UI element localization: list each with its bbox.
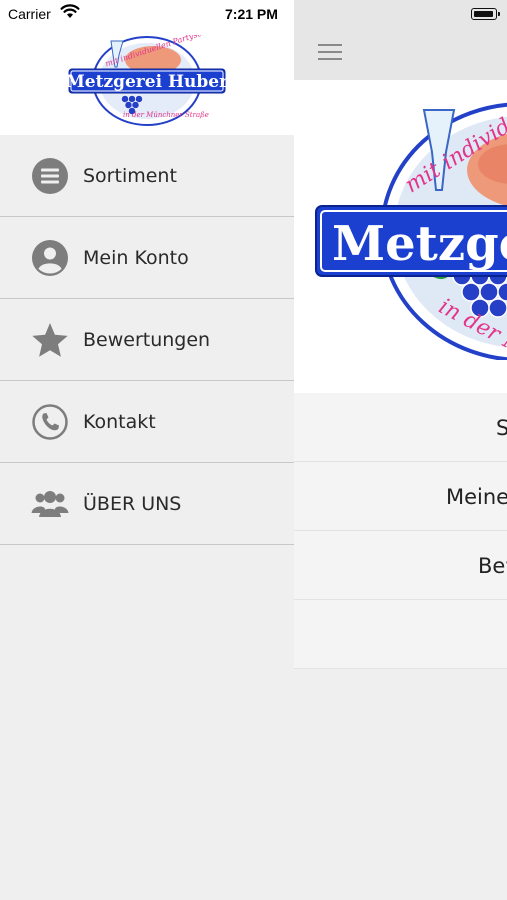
drawer-header: mit individuellen Partyservice in der Mü… xyxy=(0,27,294,135)
battery-tip xyxy=(498,12,500,16)
menu-item-label: Kontakt xyxy=(83,410,156,433)
main-row-label: Bewertungen xyxy=(478,554,507,578)
phone-icon xyxy=(31,403,69,441)
main-row-meine[interactable]: Meine xyxy=(294,462,507,531)
main-navbar xyxy=(294,27,507,80)
star-icon xyxy=(31,321,69,359)
main-row-label: Meine xyxy=(446,485,507,509)
menu-item-label: Sortiment xyxy=(83,164,177,187)
main-status-bar xyxy=(294,0,507,27)
list-circle-icon xyxy=(31,157,69,195)
side-drawer: Carrier 7:21 PM mit individuellen Partys… xyxy=(0,0,294,900)
menu-item-mein-konto[interactable]: Mein Konto xyxy=(0,217,294,299)
status-bar: Carrier 7:21 PM xyxy=(0,0,294,27)
main-row-sortiment[interactable]: Sortiment xyxy=(294,393,507,462)
brand-logo[interactable]: mit individuellen Partyservice in der Mü… xyxy=(67,35,227,127)
carrier-label: Carrier xyxy=(8,6,51,22)
main-logo: mit individuellen Partyservice in der Mü… xyxy=(315,100,507,360)
menu-item-label: Bewertungen xyxy=(83,328,211,351)
menu-item-ueber-uns[interactable]: ÜBER UNS xyxy=(0,463,294,545)
svg-text:in der Münchner Straße: in der Münchner Straße xyxy=(123,111,209,119)
svg-text:Metzgerei Huber: Metzgerei Huber xyxy=(332,216,507,272)
svg-text:Metzgerei Huber: Metzgerei Huber xyxy=(67,72,227,92)
status-time: 7:21 PM xyxy=(225,6,278,22)
hamburger-icon[interactable] xyxy=(318,44,342,62)
menu-item-label: ÜBER UNS xyxy=(83,492,182,515)
user-circle-icon xyxy=(31,239,69,277)
main-row-label: Sortiment xyxy=(496,416,507,440)
menu-item-bewertungen[interactable]: Bewertungen xyxy=(0,299,294,381)
main-row-bewertungen[interactable]: Bewertungen xyxy=(294,531,507,600)
main-row-empty[interactable] xyxy=(294,600,507,669)
battery-icon xyxy=(471,8,497,20)
menu-item-label: Mein Konto xyxy=(83,246,189,269)
menu-item-kontakt[interactable]: Kontakt xyxy=(0,381,294,463)
wifi-icon xyxy=(60,4,80,22)
main-logo-banner: mit individuellen Partyservice in der Mü… xyxy=(294,80,507,393)
main-screen: mit individuellen Partyservice in der Mü… xyxy=(294,0,507,900)
menu-item-sortiment[interactable]: Sortiment xyxy=(0,135,294,217)
group-icon xyxy=(31,485,69,523)
